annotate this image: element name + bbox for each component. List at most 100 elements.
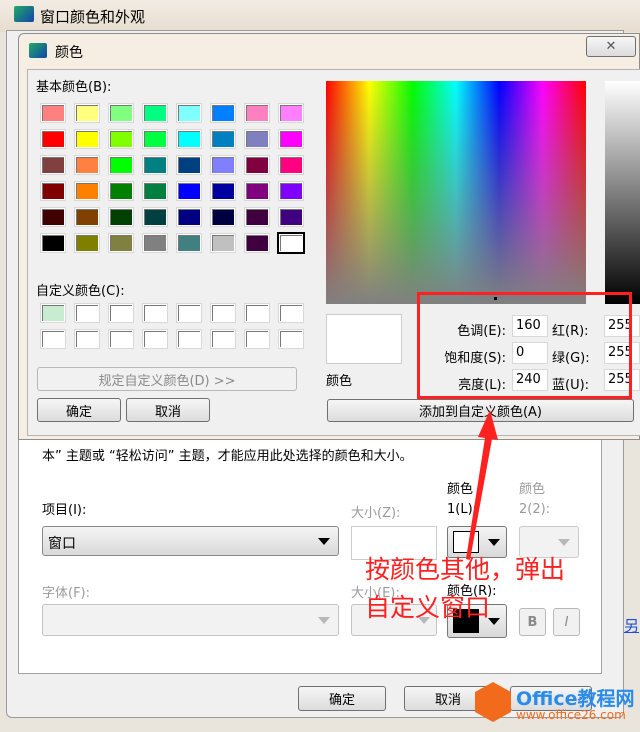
color-swatch[interactable] <box>211 182 235 200</box>
color-swatch[interactable] <box>41 104 65 122</box>
color-swatch[interactable] <box>75 208 99 226</box>
color-swatch[interactable] <box>279 208 303 226</box>
watermark-url: www.office26.com <box>516 708 626 722</box>
outer-title-bar: 窗口颜色和外观 <box>0 0 640 32</box>
color-swatch[interactable] <box>211 130 235 148</box>
color-swatch[interactable] <box>143 130 167 148</box>
color-swatch[interactable] <box>75 130 99 148</box>
dialog-icon <box>29 43 47 58</box>
watermark-brand: Office教程网 <box>516 688 635 710</box>
color-swatch[interactable] <box>245 104 269 122</box>
item-value: 窗口 <box>48 536 76 552</box>
color-swatch[interactable] <box>177 304 201 322</box>
color-swatch[interactable] <box>143 104 167 122</box>
color-swatch[interactable] <box>245 234 269 252</box>
dialog-ok-button[interactable]: 确定 <box>37 398 121 422</box>
color-swatch[interactable] <box>245 304 269 322</box>
annotation-line2: 自定义窗口 <box>365 593 491 622</box>
color-swatch[interactable] <box>277 232 305 254</box>
color-swatch[interactable] <box>41 234 65 252</box>
italic-button[interactable]: I <box>553 608 580 636</box>
color-swatch[interactable] <box>41 208 65 226</box>
color-swatch[interactable] <box>211 104 235 122</box>
color-swatch[interactable] <box>143 182 167 200</box>
color-swatch[interactable] <box>143 304 167 322</box>
color-swatch[interactable] <box>177 104 201 122</box>
chevron-down-icon <box>318 617 330 624</box>
color-swatch[interactable] <box>41 156 65 174</box>
outer-ok-button[interactable]: 确定 <box>298 686 386 711</box>
color-swatch[interactable] <box>245 182 269 200</box>
color-swatch[interactable] <box>245 208 269 226</box>
color-swatch[interactable] <box>279 304 303 322</box>
color-swatch[interactable] <box>109 234 133 252</box>
color-swatch[interactable] <box>143 156 167 174</box>
color-swatch[interactable] <box>41 182 65 200</box>
color-swatch[interactable] <box>177 208 201 226</box>
color-swatch[interactable] <box>75 234 99 252</box>
color-swatch[interactable] <box>109 330 133 348</box>
size-label: 大小(Z): <box>351 506 401 521</box>
font-select[interactable] <box>42 604 339 636</box>
font-label: 字体(F): <box>42 586 91 601</box>
color-swatch[interactable] <box>75 304 99 322</box>
preview-label: 颜色 <box>326 374 353 389</box>
color-swatch[interactable] <box>143 208 167 226</box>
bold-button[interactable]: B <box>519 608 546 636</box>
color-swatch[interactable] <box>177 130 201 148</box>
color-swatch[interactable] <box>75 182 99 200</box>
dialog-cancel-button[interactable]: 取消 <box>126 398 210 422</box>
color-swatch[interactable] <box>279 130 303 148</box>
window-icon <box>14 6 34 22</box>
basic-colors-label: 基本颜色(B): <box>36 80 112 95</box>
color2-label-a: 颜色 <box>519 482 546 497</box>
color2-label-b: 2(2): <box>519 502 551 517</box>
color-swatch[interactable] <box>211 156 235 174</box>
link-fragment[interactable]: 另 <box>624 615 639 636</box>
color-swatch[interactable] <box>279 182 303 200</box>
color-swatch[interactable] <box>109 130 133 148</box>
close-button[interactable]: ✕ <box>586 36 636 57</box>
color-swatch[interactable] <box>211 208 235 226</box>
color-swatch[interactable] <box>143 234 167 252</box>
dialog-title: 颜色 <box>55 45 83 61</box>
color-swatch[interactable] <box>177 156 201 174</box>
color-swatch[interactable] <box>109 182 133 200</box>
color-swatch[interactable] <box>279 104 303 122</box>
color-preview <box>326 314 402 364</box>
color-swatch[interactable] <box>279 156 303 174</box>
color-swatch[interactable] <box>109 208 133 226</box>
highlight-box <box>417 292 632 399</box>
color-swatch[interactable] <box>75 156 99 174</box>
color-swatch[interactable] <box>41 330 65 348</box>
arrow-icon <box>466 410 498 560</box>
item-label: 项目(I): <box>42 503 87 518</box>
color-swatch[interactable] <box>279 330 303 348</box>
color-swatch[interactable] <box>109 104 133 122</box>
color-swatch[interactable] <box>75 330 99 348</box>
color-swatch[interactable] <box>177 330 201 348</box>
hue-saturation-spectrum[interactable] <box>326 81 586 304</box>
outer-title: 窗口颜色和外观 <box>40 8 146 26</box>
color-swatch[interactable] <box>109 156 133 174</box>
luminance-slider[interactable] <box>605 81 640 304</box>
define-custom-colors-button[interactable]: 规定自定义颜色(D) >> <box>37 367 297 391</box>
color-swatch[interactable] <box>211 234 235 252</box>
chevron-down-icon <box>558 539 570 546</box>
chevron-down-icon <box>318 538 330 545</box>
color-swatch[interactable] <box>75 104 99 122</box>
color-swatch[interactable] <box>109 304 133 322</box>
color-swatch[interactable] <box>41 304 65 322</box>
item-select[interactable]: 窗口 <box>42 526 339 556</box>
color-swatch[interactable] <box>211 304 235 322</box>
color-swatch[interactable] <box>211 330 235 348</box>
color-swatch[interactable] <box>245 130 269 148</box>
color-swatch[interactable] <box>177 234 201 252</box>
custom-colors-label: 自定义颜色(C): <box>36 284 125 299</box>
color-swatch[interactable] <box>41 130 65 148</box>
color-swatch[interactable] <box>177 182 201 200</box>
color-swatch[interactable] <box>245 330 269 348</box>
color-swatch[interactable] <box>245 156 269 174</box>
color-swatch[interactable] <box>143 330 167 348</box>
annotation-line1: 按颜色其他，弹出 <box>365 555 566 584</box>
